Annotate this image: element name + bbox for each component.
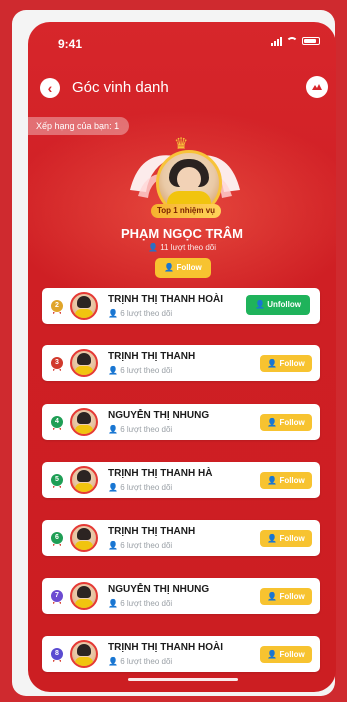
user-plus-icon: 👤 <box>267 359 278 368</box>
avatar[interactable] <box>70 408 98 436</box>
user-name: TRỊNH THỊ THANH HÀ <box>108 468 213 479</box>
avatar[interactable] <box>70 524 98 552</box>
leaderboard-row[interactable]: 3 TRỊNH THỊ THANH 👤 6 lượt theo dõi 👤 Fo… <box>42 345 320 381</box>
user-name: TRỊNH THỊ THANH <box>108 526 196 537</box>
rank-medal-icon: 4 <box>50 415 64 430</box>
user-name: NGUYỄN THỊ NHUNG <box>108 584 210 595</box>
brand-logo-icon <box>312 84 322 90</box>
header: ‹ Góc vinh danh <box>28 76 336 108</box>
status-bar: 9:41 <box>28 22 336 66</box>
user-check-icon: 👤 <box>255 300 265 309</box>
page-title: Góc vinh danh <box>72 79 169 96</box>
leaderboard-row[interactable]: 4 NGUYỄN THỊ NHUNG 👤 6 lượt theo dõi 👤 F… <box>42 404 320 440</box>
top-one-hero: ♛ Top 1 nhiệm vụ PHẠM NGỌC TRÂM 👤 11 lượ… <box>28 130 336 280</box>
battery-icon <box>302 37 320 45</box>
user-name: TRỊNH THỊ THANH HOÀI <box>108 642 223 653</box>
leaderboard-row[interactable]: 6 TRỊNH THỊ THANH 👤 6 lượt theo dõi 👤 Fo… <box>42 520 320 556</box>
user-icon: 👤 <box>108 309 118 318</box>
follow-button-label: Follow <box>176 263 202 272</box>
follow-count: 👤 6 lượt theo dõi <box>108 541 173 550</box>
user-icon: 👤 <box>147 243 158 252</box>
follow-button[interactable]: 👤 Follow <box>260 414 312 431</box>
rank-medal-icon: 5 <box>50 473 64 488</box>
avatar[interactable] <box>70 349 98 377</box>
user-icon: 👤 <box>108 599 118 608</box>
back-button[interactable]: ‹ <box>40 78 60 98</box>
leaderboard-row[interactable]: 8 TRỊNH THỊ THANH HOÀI 👤 6 lượt theo dõi… <box>42 636 320 672</box>
follow-count: 👤 6 lượt theo dõi <box>108 366 173 375</box>
avatar[interactable] <box>70 640 98 668</box>
user-icon: 👤 <box>108 425 118 434</box>
follow-button[interactable]: 👤 Follow <box>260 588 312 605</box>
follow-count-text: 11 lượt theo dõi <box>160 243 217 252</box>
rank-medal-icon: 8 <box>50 647 64 662</box>
signal-icon <box>271 36 282 46</box>
leaderboard-row[interactable]: 2 TRỊNH THỊ THANH HOÀI 👤 6 lượt theo dõi… <box>42 288 320 324</box>
follow-count: 👤 6 lượt theo dõi <box>108 599 173 608</box>
follow-count: 👤 6 lượt theo dõi <box>108 657 173 666</box>
follow-count: 👤 6 lượt theo dõi <box>108 483 173 492</box>
follow-count: 👤 6 lượt theo dõi <box>108 425 173 434</box>
rank-medal-icon: 2 <box>50 299 64 314</box>
follow-button[interactable]: 👤 Follow <box>260 472 312 489</box>
leaderboard-row[interactable]: 5 TRỊNH THỊ THANH HÀ 👤 6 lượt theo dõi 👤… <box>42 462 320 498</box>
user-plus-icon: 👤 <box>267 476 278 485</box>
rank-medal-icon: 3 <box>50 356 64 371</box>
top-user-follow-count: 👤 11 lượt theo dõi <box>28 243 336 252</box>
user-plus-icon: 👤 <box>267 418 278 427</box>
avatar[interactable] <box>70 582 98 610</box>
user-icon: 👤 <box>108 657 118 666</box>
status-time: 9:41 <box>58 37 83 51</box>
rank-medal-icon: 7 <box>50 589 64 604</box>
follow-button[interactable]: 👤 Follow <box>260 355 312 372</box>
follow-button[interactable]: 👤 Follow <box>260 530 312 547</box>
chevron-left-icon: ‹ <box>47 80 53 96</box>
rank-medal-icon: 6 <box>50 531 64 546</box>
follow-count: 👤 6 lượt theo dõi <box>108 309 173 318</box>
top-user-follow-button[interactable]: 👤 Follow <box>155 258 211 278</box>
user-icon: 👤 <box>108 541 118 550</box>
avatar[interactable] <box>70 466 98 494</box>
wifi-icon <box>286 36 298 46</box>
user-icon: 👤 <box>108 483 118 492</box>
brand-logo-button[interactable] <box>306 76 328 98</box>
user-name: NGUYỄN THỊ NHUNG <box>108 410 210 421</box>
app-screen: 9:41 ‹ Góc vinh danh Xếp hạng của bạn: 1 <box>28 22 336 692</box>
unfollow-button[interactable]: 👤 Unfollow <box>246 295 310 315</box>
avatar[interactable] <box>70 292 98 320</box>
status-icons <box>271 36 320 46</box>
user-plus-icon: 👤 <box>267 534 278 543</box>
leaderboard-row[interactable]: 7 NGUYỄN THỊ NHUNG 👤 6 lượt theo dõi 👤 F… <box>42 578 320 614</box>
user-plus-icon: 👤 <box>267 650 278 659</box>
top-badge: Top 1 nhiệm vụ <box>151 204 221 218</box>
user-name: TRỊNH THỊ THANH HOÀI <box>108 294 223 305</box>
user-name: TRỊNH THỊ THANH <box>108 351 196 362</box>
home-indicator <box>128 678 238 681</box>
user-plus-icon: 👤 <box>164 263 175 272</box>
user-plus-icon: 👤 <box>267 592 278 601</box>
user-icon: 👤 <box>108 366 118 375</box>
top-user-name: PHẠM NGỌC TRÂM <box>120 226 244 241</box>
follow-button[interactable]: 👤 Follow <box>260 646 312 663</box>
